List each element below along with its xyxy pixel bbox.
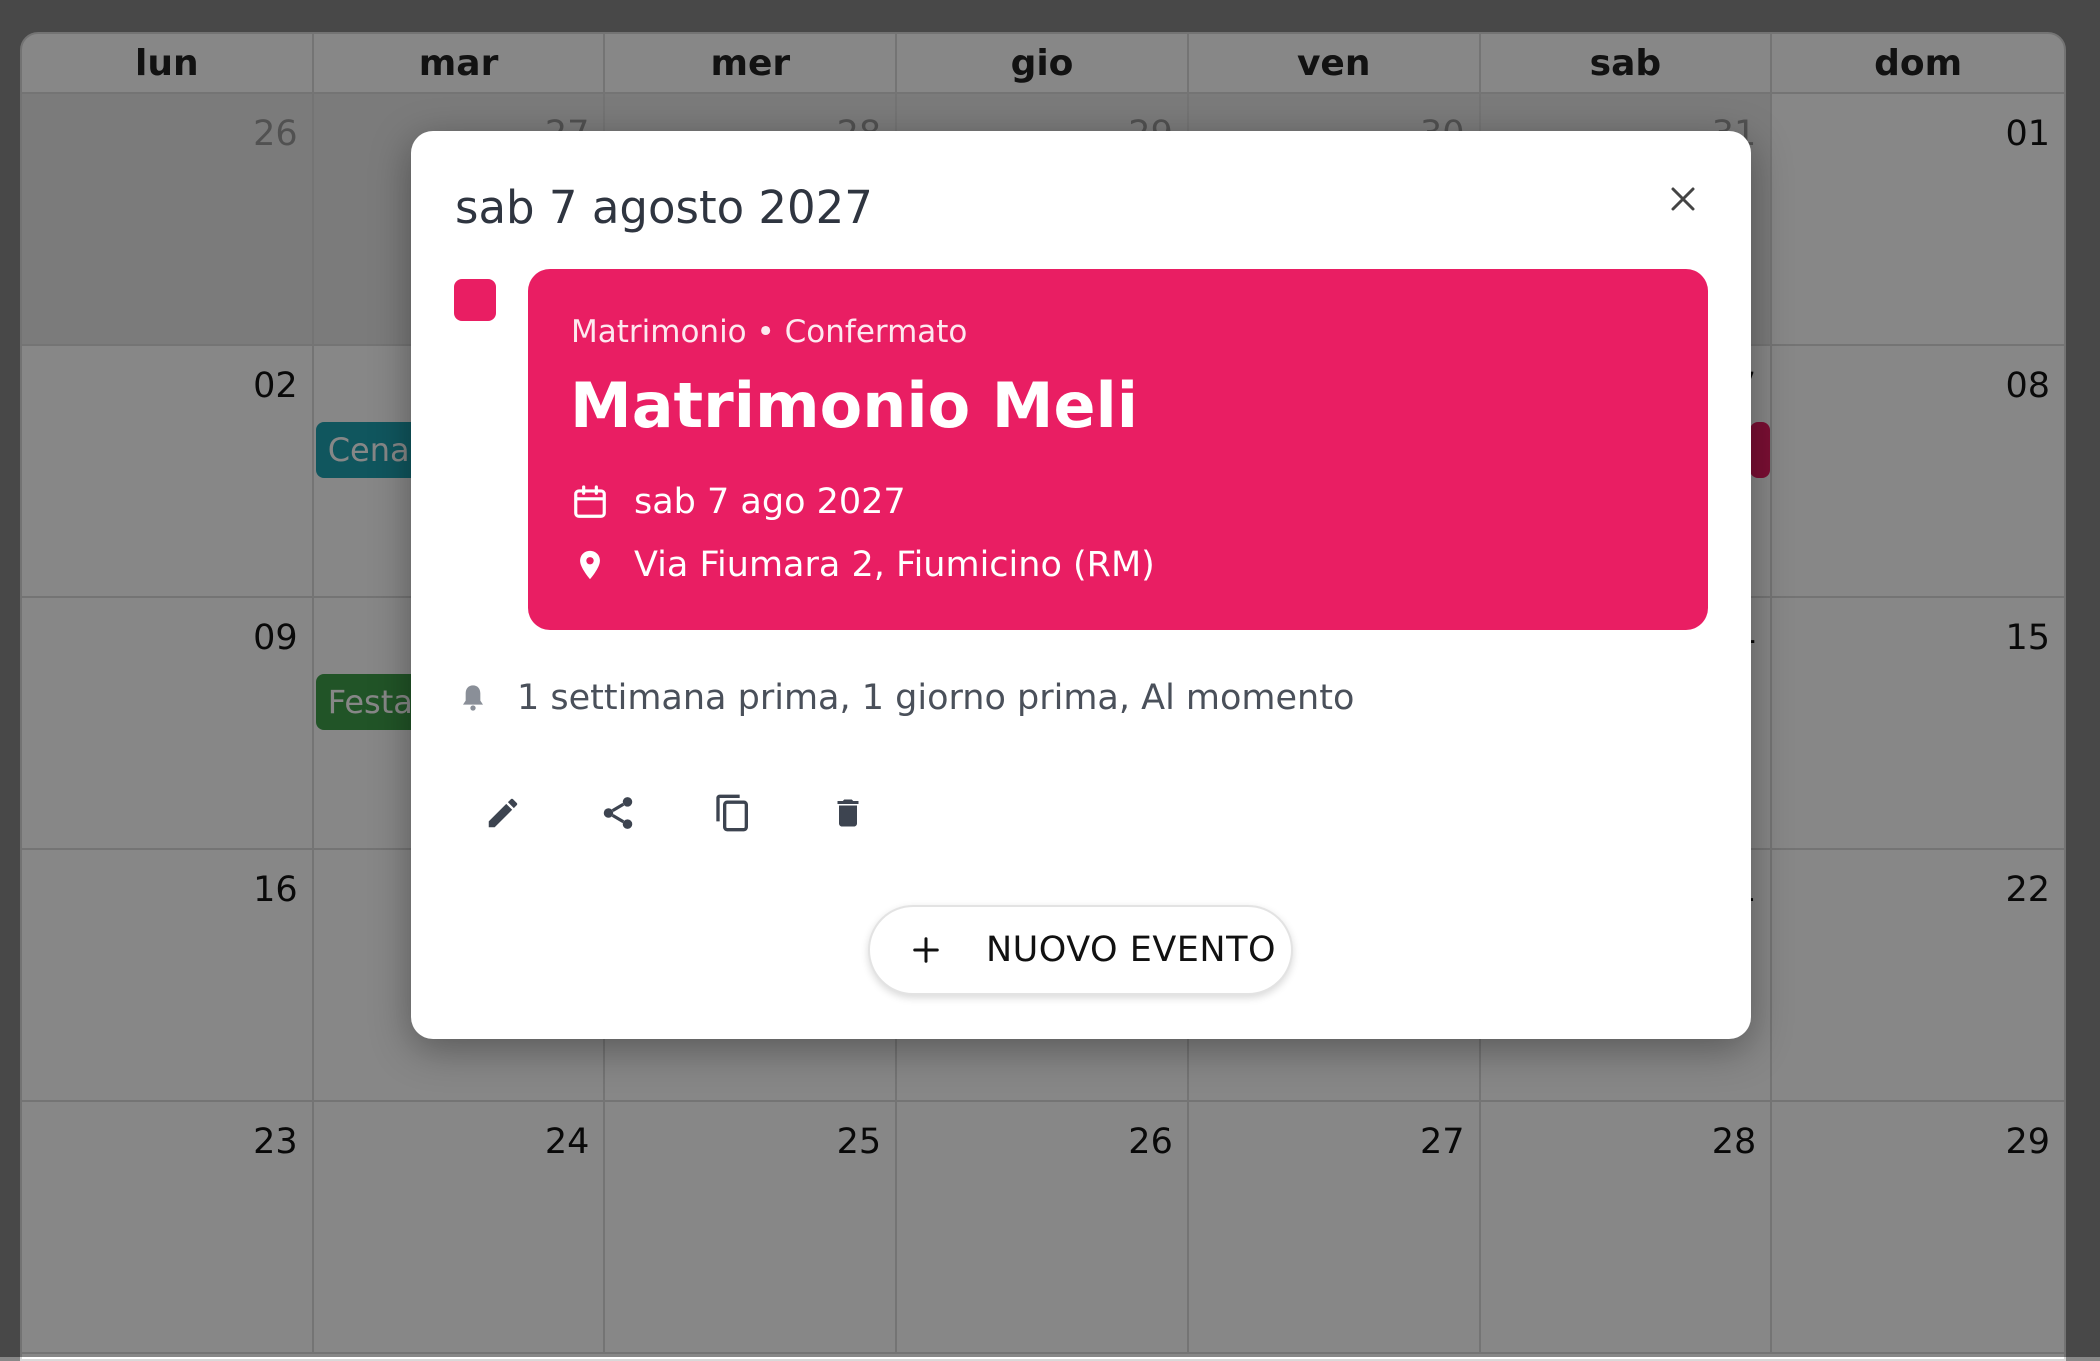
- event-title: Matrimonio Meli: [570, 369, 1139, 442]
- event-location-row: Via Fiumara 2, Fiumicino (RM): [570, 545, 1155, 585]
- day-detail-dialog: sab 7 agosto 2027 Matrimonio • Confermat…: [411, 131, 1751, 1039]
- event-location: Via Fiumara 2, Fiumicino (RM): [634, 545, 1155, 585]
- share-button[interactable]: [588, 783, 648, 843]
- edit-button[interactable]: [473, 783, 533, 843]
- calendar-icon: [570, 482, 610, 522]
- plus-icon: [906, 930, 946, 970]
- edit-icon: [488, 798, 518, 828]
- event-category-status: Matrimonio • Confermato: [571, 314, 968, 350]
- delete-button[interactable]: [818, 783, 878, 843]
- delete-icon: [837, 799, 859, 827]
- new-event-button[interactable]: NUOVO EVENTO: [868, 905, 1293, 995]
- event-card[interactable]: Matrimonio • Confermato Matrimonio Meli …: [528, 269, 1708, 630]
- new-event-label: NUOVO EVENTO: [986, 930, 1277, 970]
- close-icon: [1671, 187, 1695, 211]
- event-date-row: sab 7 ago 2027: [570, 482, 906, 522]
- event-date: sab 7 ago 2027: [634, 482, 906, 522]
- event-actions: [473, 783, 933, 843]
- event-color-swatch: [454, 279, 496, 321]
- reminder-text: 1 settimana prima, 1 giorno prima, Al mo…: [517, 678, 1355, 718]
- close-button[interactable]: [1657, 173, 1709, 225]
- share-icon: [603, 797, 633, 829]
- location-pin-icon: [570, 545, 610, 585]
- reminder-row: 1 settimana prima, 1 giorno prima, Al mo…: [455, 678, 1354, 718]
- duplicate-button[interactable]: [703, 783, 763, 843]
- copy-icon: [716, 794, 748, 832]
- bell-icon: [455, 678, 491, 718]
- dialog-title: sab 7 agosto 2027: [455, 181, 873, 234]
